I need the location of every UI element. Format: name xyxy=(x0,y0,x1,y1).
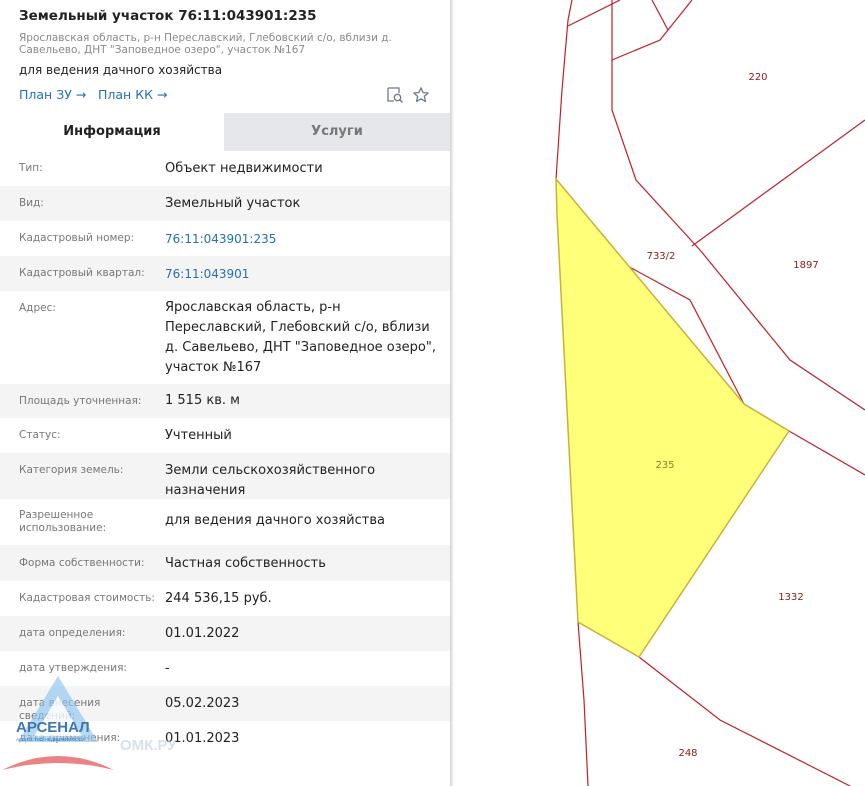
plan-zu-link[interactable]: План ЗУ → xyxy=(19,87,86,102)
info-value: 01.01.2023 xyxy=(165,731,240,746)
info-label: Кадастровый номер: xyxy=(19,232,135,244)
cadastral-number-link[interactable]: 76:11:043901:235 xyxy=(165,229,445,249)
tab-bar: Информация Услуги xyxy=(0,113,450,151)
info-label: Статус: xyxy=(19,429,61,441)
info-row-address: Адрес: Ярославская область, р-н Переслав… xyxy=(0,291,450,384)
info-row-determination-date: дата определения: 01.01.2022 xyxy=(0,616,450,651)
info-row-approval-date: дата утверждения: - xyxy=(0,651,450,686)
tab-information[interactable]: Информация xyxy=(0,113,224,151)
parcel-use: для ведения дачного хозяйства xyxy=(19,63,223,77)
info-value: Частная собственность xyxy=(165,556,326,571)
info-value: 01.01.2022 xyxy=(165,626,240,641)
info-value: для ведения дачного хозяйства xyxy=(165,513,385,528)
parcel-address: Ярославская область, р-н Переславский, Г… xyxy=(19,32,392,56)
parcel-boundary xyxy=(691,119,865,247)
info-value: 244 536,15 руб. xyxy=(165,591,272,606)
search-map-icon[interactable] xyxy=(386,86,404,104)
info-row-status: Статус: Учтенный xyxy=(0,418,450,453)
info-label: Кадастровая стоимость: xyxy=(19,592,155,604)
info-value: Земли сельскохозяйственного назначения xyxy=(165,463,376,498)
info-row-land-category: Категория земель: Земли сельскохозяйстве… xyxy=(0,453,450,499)
info-label: Площадь уточненная: xyxy=(19,395,142,407)
cadastral-block-link[interactable]: 76:11:043901 xyxy=(165,264,445,284)
cadastral-map[interactable]: 220 733/2 1897 235 1332 248 xyxy=(454,0,865,786)
parcel-boundary xyxy=(638,656,851,786)
info-value: 1 515 кв. м xyxy=(165,393,240,408)
info-row-kind: Вид: Земельный участок xyxy=(0,186,450,221)
info-label: Кадастровый квартал: xyxy=(19,267,145,279)
info-panel: Земельный участок 76:11:043901:235 Яросл… xyxy=(0,0,450,786)
parcel-label: 733/2 xyxy=(647,251,676,262)
info-value: 05.02.2023 xyxy=(165,696,240,711)
parcel-label: 235 xyxy=(655,460,674,471)
parcel-boundary xyxy=(555,0,573,180)
parcel-label: 1897 xyxy=(793,260,818,271)
info-row-application-date: дата применения: 01.01.2023 xyxy=(0,721,450,756)
star-icon[interactable] xyxy=(412,86,430,104)
parcel-boundary xyxy=(611,0,693,61)
info-label: Адрес: xyxy=(19,302,56,314)
info-label: Вид: xyxy=(19,197,44,209)
parcel-title: Земельный участок 76:11:043901:235 xyxy=(19,8,317,24)
info-value: Земельный участок xyxy=(165,196,301,211)
info-value: - xyxy=(165,661,170,676)
info-table: Тип: Объект недвижимости Вид: Земельный … xyxy=(0,151,450,756)
info-label: Категория земель: xyxy=(19,464,124,476)
plan-kk-link[interactable]: План КК → xyxy=(98,87,167,102)
map-canvas[interactable]: 220 733/2 1897 235 1332 248 xyxy=(454,0,865,786)
info-label: дата внесения сведений: xyxy=(19,697,101,722)
info-row-entry-date: дата внесения сведений: 05.02.2023 xyxy=(0,686,450,722)
info-row-area: Площадь уточненная: 1 515 кв. м xyxy=(0,384,450,418)
info-row-cadastral-block: Кадастровый квартал: 76:11:043901 xyxy=(0,256,450,291)
parcel-label: 248 xyxy=(678,748,697,759)
tab-services[interactable]: Услуги xyxy=(224,113,450,151)
info-row-type: Тип: Объект недвижимости xyxy=(0,151,450,186)
info-value: Ярославская область, р-н Переславский, Г… xyxy=(165,300,436,375)
info-label: дата утверждения: xyxy=(19,662,127,674)
info-label: Форма собственности: xyxy=(19,557,145,569)
info-row-cadastral-value: Кадастровая стоимость: 244 536,15 руб. xyxy=(0,581,450,616)
info-value: Объект недвижимости xyxy=(165,161,323,176)
parcel-boundary xyxy=(577,621,589,786)
info-label: Тип: xyxy=(19,162,43,174)
info-row-ownership: Форма собственности: Частная собственнос… xyxy=(0,545,450,581)
parcel-boundary xyxy=(651,0,669,31)
info-label: дата определения: xyxy=(19,627,126,639)
parcel-label: 1332 xyxy=(778,592,803,603)
info-row-permitted-use: Разрешенное использование: для ведения д… xyxy=(0,499,450,545)
info-label: дата применения: xyxy=(19,732,121,744)
info-value: Учтенный xyxy=(165,428,232,443)
info-row-cadastral-number: Кадастровый номер: 76:11:043901:235 xyxy=(0,221,450,256)
parcel-label: 220 xyxy=(748,72,767,83)
info-label: Разрешенное использование: xyxy=(19,509,107,534)
